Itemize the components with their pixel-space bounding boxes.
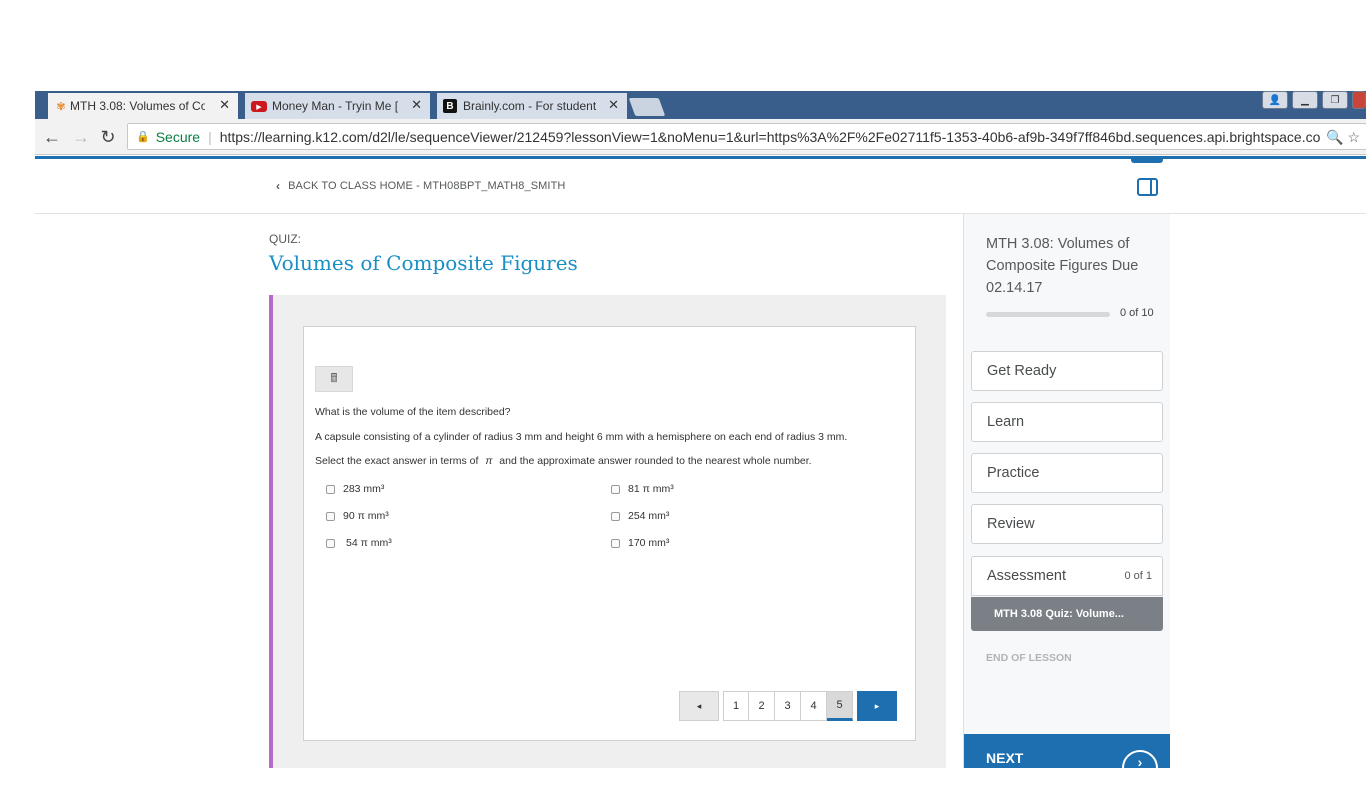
answer-checkbox[interactable]: [326, 538, 335, 548]
instruction-part: Select the exact answer in terms of: [315, 455, 479, 467]
section-practice[interactable]: Practice: [971, 453, 1163, 493]
url-text: https://learning.k12.com/d2l/le/sequence…: [219, 128, 1321, 145]
brainly-icon: B: [443, 99, 457, 113]
close-tab-icon[interactable]: ✕: [411, 97, 422, 113]
address-bar[interactable]: 🔒 Secure | https://learning.k12.com/d2l/…: [127, 123, 1366, 150]
quiz-label: QUIZ:: [269, 232, 301, 246]
answer-checkbox[interactable]: [611, 484, 620, 494]
section-get-ready[interactable]: Get Ready: [971, 351, 1163, 391]
section-learn[interactable]: Learn: [971, 402, 1163, 442]
forward-arrow-icon[interactable]: →: [71, 127, 91, 148]
section-count: 0 of 1: [1124, 570, 1152, 582]
question-text: What is the volume of the item described…: [315, 406, 511, 418]
chevron-right-icon: ›: [1122, 750, 1158, 786]
secure-label: Secure: [155, 128, 201, 145]
answer-option[interactable]: 90 π mm³: [326, 510, 389, 522]
back-to-class-link[interactable]: ‹ BACK TO CLASS HOME - MTH08BPT_MATH8_SM…: [276, 179, 565, 193]
profile-icon[interactable]: 👤: [1262, 91, 1288, 109]
instruction-part: and the approximate answer rounded to th…: [499, 455, 812, 467]
section-label: Practice: [987, 465, 1040, 481]
answer-checkbox[interactable]: [326, 484, 335, 494]
youtube-icon: ▶: [251, 101, 267, 112]
close-tab-icon[interactable]: ✕: [608, 97, 619, 113]
active-quiz-item[interactable]: MTH 3.08 Quiz: Volume...: [964, 597, 1163, 631]
answer-checkbox[interactable]: [611, 511, 620, 521]
flower-icon: ✾: [56, 100, 66, 113]
window-controls: 👤 ▁ ❐: [1258, 91, 1366, 111]
answer-option[interactable]: 81 π mm³: [611, 483, 674, 495]
section-label: Assessment: [987, 568, 1066, 584]
page-5-button[interactable]: 5: [827, 691, 853, 721]
calculator-icon: 🖩: [330, 370, 338, 385]
lesson-sidebar: MTH 3.08: Volumes of Composite Figures D…: [963, 214, 1366, 786]
browser-tab-brainly[interactable]: B Brainly.com - For student ✕: [437, 93, 627, 119]
answer-label: 54 π mm³: [346, 537, 392, 549]
answer-option[interactable]: 254 mm³: [611, 510, 669, 522]
lock-icon: 🔒: [136, 131, 150, 143]
section-label: Get Ready: [987, 363, 1057, 379]
tab-title: Money Man - Tryin Me [: [272, 99, 399, 113]
browser-tab-k12[interactable]: ✾ MTH 3.08: Volumes of Co ✕: [48, 93, 238, 119]
answer-label: 90 π mm³: [343, 510, 389, 522]
answer-label: 81 π mm³: [628, 483, 674, 495]
question-pager: ◂ 1 2 3 4 5 ▸: [679, 691, 897, 721]
tab-title: Brainly.com - For student: [463, 99, 597, 113]
close-tab-icon[interactable]: ✕: [219, 97, 230, 113]
browser-toolbar: ← → ↻ 🔒 Secure | https://learning.k12.co…: [35, 119, 1366, 155]
lesson-progress-text: 0 of 10: [1120, 307, 1154, 319]
answer-option[interactable]: 170 mm³: [611, 537, 669, 549]
lesson-title: MTH 3.08: Volumes of Composite Figures D…: [986, 236, 1139, 296]
page-header: ‹ BACK TO CLASS HOME - MTH08BPT_MATH8_SM…: [35, 159, 1366, 214]
browser-chrome: ✾ MTH 3.08: Volumes of Co ✕ ▶ Money Man …: [35, 91, 1366, 158]
answer-label: 283 mm³: [343, 483, 385, 495]
answer-label: 170 mm³: [628, 537, 670, 549]
page-3-button[interactable]: 3: [775, 691, 801, 721]
section-review[interactable]: Review: [971, 504, 1163, 544]
end-of-lesson-label: END OF LESSON: [986, 652, 1072, 664]
pi-symbol: π: [485, 455, 493, 467]
sidebar-toggle-icon[interactable]: [1137, 178, 1158, 196]
answer-checkbox[interactable]: [611, 538, 620, 548]
chevron-left-icon: ‹: [276, 179, 281, 193]
next-label: NEXT: [986, 750, 1024, 766]
zoom-icon[interactable]: 🔍: [1326, 129, 1343, 145]
back-link-label: BACK TO CLASS HOME - MTH08BPT_MATH8_SMIT…: [288, 180, 566, 192]
answer-label: 254 mm³: [628, 510, 670, 522]
question-instruction: Select the exact answer in terms of π an…: [315, 455, 812, 467]
tab-strip: ✾ MTH 3.08: Volumes of Co ✕ ▶ Money Man …: [35, 91, 1366, 119]
separator: |: [208, 128, 212, 145]
answer-option[interactable]: 283 mm³: [326, 483, 384, 495]
sidebar-panel: MTH 3.08: Volumes of Composite Figures D…: [964, 214, 1170, 786]
maximize-icon[interactable]: ❐: [1322, 91, 1348, 109]
bookmark-star-icon[interactable]: ☆: [1347, 129, 1360, 145]
lesson-progress-bar: [986, 312, 1110, 317]
browser-tab-youtube[interactable]: ▶ Money Man - Tryin Me [ ✕: [245, 93, 430, 119]
new-tab-button[interactable]: [628, 98, 666, 116]
next-button[interactable]: NEXT ›: [964, 734, 1170, 786]
back-arrow-icon[interactable]: ←: [42, 127, 62, 148]
tab-title: MTH 3.08: Volumes of Co: [70, 99, 205, 113]
calculator-button[interactable]: 🖩: [315, 366, 353, 392]
next-page-button[interactable]: ▸: [857, 691, 897, 721]
active-item-label: MTH 3.08 Quiz: Volume...: [994, 608, 1124, 620]
section-label: Learn: [987, 414, 1025, 430]
question-card: 🖩 What is the volume of the item describ…: [303, 326, 916, 741]
page-4-button[interactable]: 4: [801, 691, 827, 721]
section-label: Review: [987, 516, 1035, 532]
answer-option[interactable]: 54 π mm³: [326, 537, 392, 549]
minimize-icon[interactable]: ▁: [1292, 91, 1318, 109]
page-1-button[interactable]: 1: [723, 691, 749, 721]
section-assessment[interactable]: Assessment 0 of 1: [971, 556, 1163, 596]
previous-page-button[interactable]: ◂: [679, 691, 719, 721]
reload-icon[interactable]: ↻: [98, 127, 118, 148]
top-tab-indicator: [1131, 159, 1163, 163]
close-window-icon[interactable]: [1352, 91, 1366, 109]
answer-checkbox[interactable]: [326, 511, 335, 521]
question-description: A capsule consisting of a cylinder of ra…: [315, 431, 848, 443]
page-2-button[interactable]: 2: [749, 691, 775, 721]
page-title: Volumes of Composite Figures: [269, 251, 578, 275]
